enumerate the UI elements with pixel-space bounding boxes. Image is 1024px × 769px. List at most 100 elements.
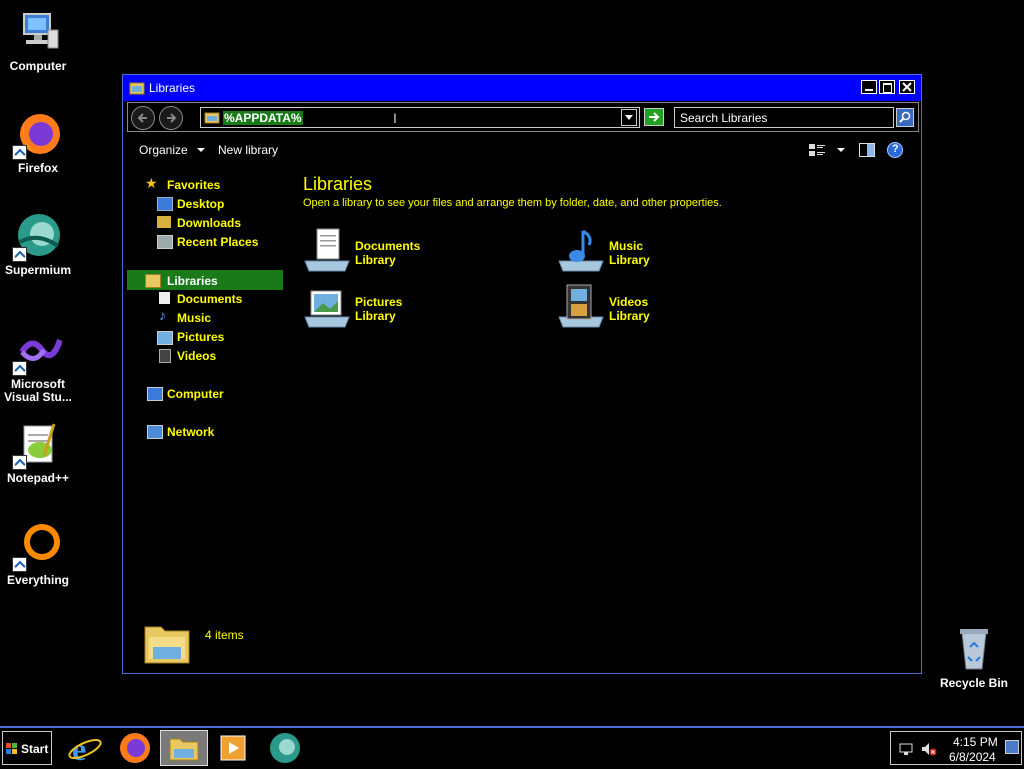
title-bar[interactable]: Libraries	[123, 75, 921, 101]
desktop-icon-supermium[interactable]: Supermium	[0, 212, 76, 277]
forward-button[interactable]	[159, 106, 183, 130]
address-input[interactable]: %APPDATA% I	[200, 107, 640, 128]
windows-logo-icon	[6, 743, 17, 754]
nav-videos[interactable]: Videos	[177, 349, 216, 363]
music-note-icon: ♪	[159, 307, 166, 323]
content-heading: Libraries	[303, 174, 373, 194]
nav-libraries-label: Libraries	[167, 274, 218, 288]
nav-computer[interactable]: Computer	[167, 387, 224, 401]
libraries-folder-icon	[145, 274, 161, 288]
library-name: Pictures	[355, 295, 403, 309]
search-button[interactable]	[896, 108, 914, 127]
nav-recent-places[interactable]: Recent Places	[177, 235, 258, 249]
computer-icon	[14, 8, 62, 56]
change-view-button[interactable]	[809, 143, 849, 159]
supermium-icon	[12, 212, 62, 262]
star-icon: ★	[145, 175, 158, 191]
maximize-button[interactable]	[879, 80, 895, 94]
clock-time[interactable]: 4:15 PM	[953, 735, 998, 749]
library-type: Library	[609, 253, 650, 267]
internet-explorer-icon: e	[68, 731, 102, 767]
nav-favorites[interactable]: Favorites	[167, 178, 220, 192]
desktop-icon-visual-studio[interactable]: Microsoft Visual Stu...	[0, 326, 76, 404]
desktop-icon-label: Microsoft Visual Stu...	[4, 377, 72, 404]
recent-places-icon	[157, 235, 173, 249]
library-type: Library	[609, 309, 650, 323]
nav-pictures[interactable]: Pictures	[177, 330, 224, 344]
library-name: Videos	[609, 295, 649, 309]
view-details-icon	[809, 144, 825, 156]
shortcut-arrow-icon	[12, 557, 27, 572]
explorer-folder-icon	[169, 738, 199, 761]
desktop-icon-label: Firefox	[17, 161, 58, 175]
videos-icon	[159, 349, 171, 363]
shortcut-arrow-icon	[12, 247, 27, 262]
library-type: Library	[355, 309, 396, 323]
network-tray-icon[interactable]	[899, 742, 913, 756]
new-library-button[interactable]: New library	[218, 143, 278, 157]
status-item-count: 4 items	[205, 628, 244, 642]
taskbar-explorer-active[interactable]	[160, 730, 208, 766]
preview-pane-icon	[859, 143, 875, 157]
desktop-icon-notepad-plus-plus[interactable]: Notepad++	[0, 420, 76, 485]
nav-desktop[interactable]: Desktop	[177, 197, 224, 211]
library-item-pictures[interactable]: Pictures Library	[303, 283, 453, 329]
library-item-videos[interactable]: Videos Library	[557, 283, 707, 329]
videos-library-icon	[558, 284, 604, 328]
forward-arrow-icon	[167, 113, 177, 123]
desktop-icon-recycle-bin[interactable]: Recycle Bin	[936, 625, 1012, 690]
taskbar-firefox[interactable]	[116, 730, 154, 766]
taskbar-internet-explorer[interactable]: e	[66, 730, 104, 767]
chevron-down-icon	[625, 115, 633, 120]
nav-libraries-selected[interactable]: Libraries	[127, 270, 283, 290]
explorer-window: Libraries %APPDATA% I Search Libraries O…	[122, 74, 922, 674]
minimize-button[interactable]	[861, 80, 877, 94]
computer-icon	[147, 387, 163, 401]
pictures-icon	[157, 331, 173, 345]
nav-music[interactable]: Music	[177, 311, 211, 325]
media-player-icon	[220, 735, 246, 761]
music-library-icon	[558, 229, 604, 272]
taskbar-media-player[interactable]	[216, 730, 254, 766]
taskbar: Start e 4:15 PM 6/8/2024	[0, 726, 1024, 768]
desktop-icon-label: Everything	[6, 573, 69, 587]
desktop-icon-label: Notepad++	[6, 471, 69, 485]
visual-studio-icon	[12, 326, 63, 376]
network-icon	[147, 425, 163, 439]
libraries-folder-large-icon	[144, 626, 190, 664]
help-button[interactable]: ?	[887, 142, 903, 158]
organize-label: Organize	[139, 143, 188, 157]
desktop-icon-everything[interactable]: Everything	[0, 522, 76, 587]
show-desktop-button[interactable]	[1005, 740, 1019, 754]
go-button[interactable]	[644, 108, 664, 126]
desktop-icon-computer[interactable]: Computer	[0, 8, 76, 73]
volume-muted-icon[interactable]	[921, 742, 937, 756]
clock-date[interactable]: 6/8/2024	[949, 750, 996, 764]
search-input[interactable]: Search Libraries	[674, 107, 894, 128]
taskbar-supermium[interactable]	[266, 730, 304, 766]
address-dropdown-button[interactable]	[621, 109, 637, 126]
desktop-icon-label: Recycle Bin	[939, 676, 1009, 690]
preview-pane-button[interactable]	[859, 143, 875, 157]
organize-menu[interactable]: Organize	[139, 143, 206, 157]
nav-network[interactable]: Network	[167, 425, 214, 439]
library-item-documents[interactable]: Documents Library	[303, 227, 453, 273]
desktop-icon	[157, 197, 173, 211]
library-item-music[interactable]: Music Library	[557, 227, 707, 273]
minimize-icon	[865, 89, 873, 91]
shortcut-arrow-icon	[12, 145, 27, 160]
shortcut-arrow-icon	[12, 455, 27, 470]
nav-downloads[interactable]: Downloads	[177, 216, 241, 230]
maximize-icon	[883, 83, 892, 93]
start-button[interactable]: Start	[2, 731, 52, 765]
nav-documents[interactable]: Documents	[177, 292, 242, 306]
pictures-library-icon	[304, 290, 350, 328]
desktop-icon-label: Computer	[9, 59, 67, 73]
help-icon: ?	[892, 143, 899, 155]
libraries-folder-icon	[129, 80, 145, 99]
back-button[interactable]	[131, 106, 155, 130]
everything-icon	[12, 522, 62, 572]
desktop-icon-firefox[interactable]: Firefox	[0, 110, 76, 175]
notepad-plus-plus-icon	[12, 420, 62, 470]
close-button[interactable]	[899, 80, 915, 94]
